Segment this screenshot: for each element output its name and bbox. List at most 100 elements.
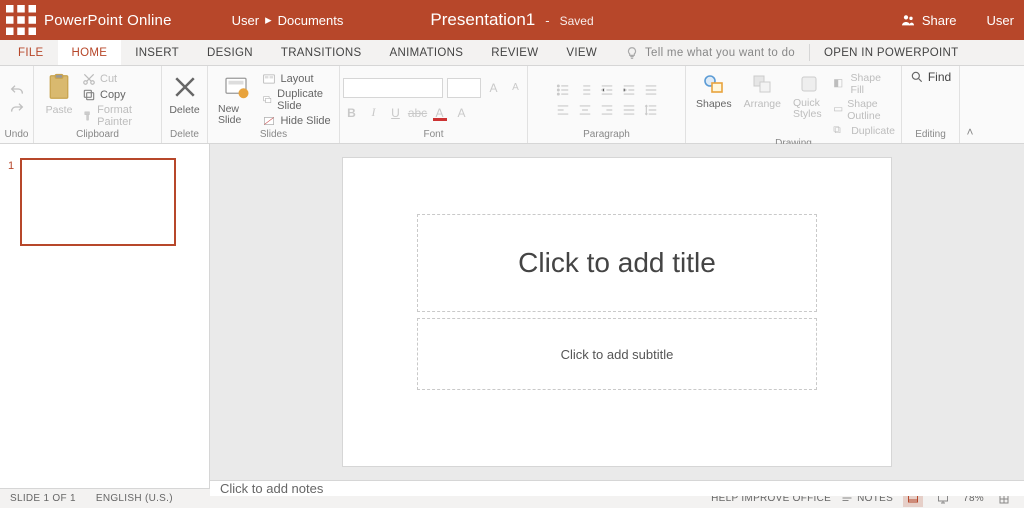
status-language[interactable]: ENGLISH (U.S.) [96,493,173,504]
tab-design[interactable]: DESIGN [193,40,267,65]
tab-file[interactable]: FILE [0,40,58,65]
app-launcher-icon[interactable] [6,5,36,35]
account-user[interactable]: User [987,13,1014,28]
slide-thumbnails-panel: 1 [0,144,210,488]
decrease-indent-icon[interactable] [599,83,615,97]
layout-icon [262,72,276,86]
text-direction-icon[interactable] [643,83,659,97]
shape-outline-button[interactable]: ▭Shape Outline [833,98,895,122]
increase-indent-icon[interactable] [621,83,637,97]
subtitle-placeholder[interactable]: Click to add subtitle [417,318,817,390]
tab-transitions[interactable]: TRANSITIONS [267,40,376,65]
cut-label: Cut [100,73,117,85]
shape-fill-button[interactable]: ◧ Shape Fill [833,72,895,96]
font-color-button[interactable]: A [431,104,449,122]
delete-button[interactable]: Delete [165,70,203,118]
slide-canvas[interactable]: Click to add title Click to add subtitle [343,158,891,466]
group-label-undo: Undo [5,129,29,141]
highlight-button[interactable]: A [453,104,471,122]
tab-review[interactable]: REVIEW [477,40,552,65]
shape-fill-label: Shape Fill [851,72,895,96]
duplicate-icon: ⧉ [833,124,847,138]
group-editing: Find Editing [902,66,960,143]
italic-button[interactable]: I [365,104,383,122]
shapes-button[interactable]: Shapes [692,70,736,112]
tab-open-in-powerpoint[interactable]: OPEN IN POWERPOINT [810,40,972,65]
find-button[interactable]: Find [910,70,951,84]
numbering-icon[interactable] [577,83,593,97]
align-left-icon[interactable] [555,103,571,117]
grow-font-icon[interactable]: A [485,79,503,97]
font-name-select[interactable] [343,78,443,98]
bullets-icon[interactable] [555,83,571,97]
align-right-icon[interactable] [599,103,615,117]
format-painter-label: Format Painter [97,104,155,128]
hide-slide-button[interactable]: Hide Slide [262,114,333,128]
paste-label: Paste [46,104,73,116]
slide-thumbnail-1[interactable]: 1 [8,158,195,246]
redo-icon[interactable] [8,101,26,117]
undo-icon[interactable] [8,83,26,99]
breadcrumb: User ▸ Documents [232,12,344,28]
notes-pane[interactable]: Click to add notes [210,480,1024,496]
font-size-select[interactable] [447,78,481,98]
underline-button[interactable]: U [387,104,405,122]
collapse-ribbon-button[interactable]: ˄ [960,66,980,143]
duplicate-shape-label: Duplicate [851,125,895,137]
save-status: Saved [560,14,594,28]
group-label-editing: Editing [915,129,946,141]
shape-outline-label: Shape Outline [847,98,895,122]
ribbon-tabs: FILE HOME INSERT DESIGN TRANSITIONS ANIM… [0,40,1024,66]
subtitle-placeholder-text: Click to add subtitle [561,347,674,362]
copy-label: Copy [100,89,126,101]
group-font: A A B I U abc A A Font [340,66,528,143]
breadcrumb-user[interactable]: User [232,13,259,28]
tab-view[interactable]: VIEW [552,40,611,65]
format-painter-button[interactable]: Format Painter [82,104,155,128]
bucket-icon: ◧ [833,77,846,91]
strikethrough-button[interactable]: abc [409,104,427,122]
copy-icon [82,88,96,102]
duplicate-slide-button[interactable]: Duplicate Slide [262,88,333,112]
group-slides: New Slide Layout Duplicate Slide Hide Sl… [208,66,340,143]
quick-styles-label: Quick Styles [793,98,825,120]
group-label-delete: Delete [170,129,199,141]
title-placeholder[interactable]: Click to add title [417,214,817,312]
document-title[interactable]: Presentation1 [430,10,535,30]
bold-button[interactable]: B [343,104,361,122]
ribbon: Undo Paste Cut Copy Format Painter Clipb… [0,66,1024,144]
status-slide-count: SLIDE 1 OF 1 [10,493,76,504]
breadcrumb-location[interactable]: Documents [278,13,344,28]
paste-button[interactable]: Paste [40,70,78,118]
share-button[interactable]: Share [900,12,957,28]
copy-button[interactable]: Copy [82,88,155,102]
tab-home[interactable]: HOME [58,40,122,65]
quick-styles-button[interactable]: Quick Styles [789,70,829,122]
hide-slide-label: Hide Slide [280,115,330,127]
layout-button[interactable]: Layout [262,72,333,86]
line-spacing-icon[interactable] [643,103,659,117]
clipboard-icon [44,72,74,102]
align-center-icon[interactable] [577,103,593,117]
shrink-font-icon[interactable]: A [507,79,525,97]
tab-animations[interactable]: ANIMATIONS [376,40,478,65]
duplicate-shape-button[interactable]: ⧉ Duplicate [833,124,895,138]
tab-insert[interactable]: INSERT [121,40,193,65]
chevron-up-icon: ˄ [966,125,973,139]
title-placeholder-text: Click to add title [518,247,716,279]
justify-icon[interactable] [621,103,637,117]
thumbnail-number: 1 [8,158,14,246]
arrange-button[interactable]: Arrange [740,70,785,112]
tell-me-placeholder: Tell me what you want to do [645,47,795,59]
new-slide-button[interactable]: New Slide [214,70,258,128]
group-undo: Undo [0,66,34,143]
group-clipboard: Paste Cut Copy Format Painter Clipboard [34,66,162,143]
app-name: PowerPoint Online [44,12,172,29]
new-slide-icon [221,72,251,102]
tell-me-search[interactable]: Tell me what you want to do [611,40,809,65]
hide-slide-icon [262,114,276,128]
cut-button[interactable]: Cut [82,72,155,86]
share-icon [900,12,916,28]
duplicate-slide-label: Duplicate Slide [277,88,333,112]
group-label-font: Font [423,129,443,141]
